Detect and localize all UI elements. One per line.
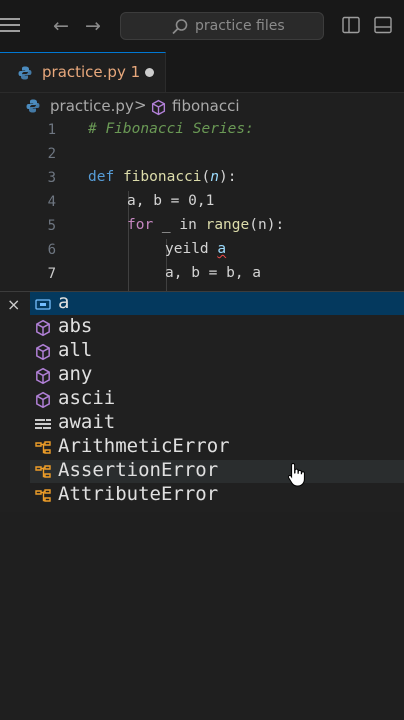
- method-cube-icon: [36, 319, 50, 337]
- python-file-icon: [26, 99, 40, 113]
- method-cube-icon: [151, 99, 166, 116]
- unsaved-changes-dot[interactable]: [145, 68, 154, 77]
- toggle-sidebar-icon[interactable]: [342, 16, 360, 34]
- breadcrumb-symbol[interactable]: fibonacci: [172, 97, 240, 115]
- suggestion-item[interactable]: all: [30, 339, 404, 363]
- method-cube-icon: [36, 367, 50, 385]
- code-text: yeild a: [165, 241, 227, 257]
- tab-label: practice.py 1: [42, 63, 141, 81]
- suggestion-item[interactable]: abs: [30, 315, 404, 339]
- class-icon: [35, 441, 51, 454]
- search-placeholder: practice files: [195, 18, 285, 34]
- line-number: 2: [47, 146, 56, 162]
- keyword-icon: [35, 419, 51, 429]
- error-squiggle[interactable]: a: [217, 241, 226, 257]
- suggestion-item[interactable]: any: [30, 363, 404, 387]
- suggestion-item[interactable]: ascii: [30, 387, 404, 411]
- suggestion-item[interactable]: await: [30, 411, 404, 435]
- code-line[interactable]: 4 a, b = 0,1: [0, 191, 404, 215]
- variable-icon: [35, 299, 51, 310]
- breadcrumb: practice.py > fibonacci: [0, 93, 404, 119]
- suggestion-widget: × a abs all any ascii await ArithmeticEr…: [0, 291, 404, 513]
- method-cube-icon: [36, 391, 50, 409]
- suggestion-item[interactable]: AttributeError: [30, 483, 404, 507]
- back-arrow-icon[interactable]: ←: [50, 14, 72, 38]
- suggestion-item[interactable]: AssertionError: [30, 459, 404, 483]
- code-line[interactable]: 2: [0, 143, 404, 167]
- problems-count-badge: 1: [130, 63, 141, 81]
- class-icon: [35, 465, 51, 478]
- class-icon: [35, 489, 51, 502]
- code-comment: # Fibonacci Series:: [88, 121, 254, 137]
- forward-arrow-icon[interactable]: →: [82, 14, 104, 38]
- toggle-panel-icon[interactable]: [374, 16, 392, 34]
- close-icon[interactable]: ×: [7, 295, 20, 314]
- code-text: for _ in range(n):: [127, 217, 285, 233]
- code-line[interactable]: 3 def fibonacci(n):: [0, 167, 404, 191]
- code-line[interactable]: 5 for _ in range(n):: [0, 215, 404, 239]
- code-editor[interactable]: 1 # Fibonacci Series: 2 3 def fibonacci(…: [0, 119, 404, 291]
- search-icon: [172, 19, 188, 35]
- code-line[interactable]: 1 # Fibonacci Series:: [0, 119, 404, 143]
- python-file-icon: [18, 66, 32, 80]
- editor-tab-bar: practice.py 1: [0, 52, 404, 93]
- line-number: 6: [47, 242, 56, 258]
- suggestion-item[interactable]: ArithmeticError: [30, 435, 404, 459]
- line-number: 5: [47, 218, 56, 234]
- line-number: 3: [47, 170, 56, 186]
- title-bar: ← → practice files: [0, 0, 404, 52]
- hand-cursor-icon: [287, 462, 305, 487]
- line-number: 1: [47, 122, 56, 138]
- code-text: def fibonacci(n):: [88, 169, 237, 185]
- chevron-right-icon: >: [134, 96, 147, 114]
- menu-icon[interactable]: [0, 18, 20, 34]
- method-cube-icon: [36, 343, 50, 361]
- line-number: 4: [47, 194, 56, 210]
- editor-empty-area[interactable]: [0, 512, 404, 720]
- code-line-active[interactable]: 7 a, b = b, a: [0, 263, 404, 287]
- code-text: a, b = b, a: [165, 265, 262, 281]
- code-line[interactable]: 6 yeild a: [0, 239, 404, 263]
- command-center-search[interactable]: practice files: [120, 12, 324, 40]
- suggestion-item[interactable]: a: [30, 291, 404, 315]
- tab-practice-py[interactable]: practice.py 1: [0, 52, 166, 92]
- code-text: a, b = 0,1: [127, 193, 215, 209]
- breadcrumb-file[interactable]: practice.py: [50, 97, 134, 115]
- line-number: 7: [47, 266, 56, 282]
